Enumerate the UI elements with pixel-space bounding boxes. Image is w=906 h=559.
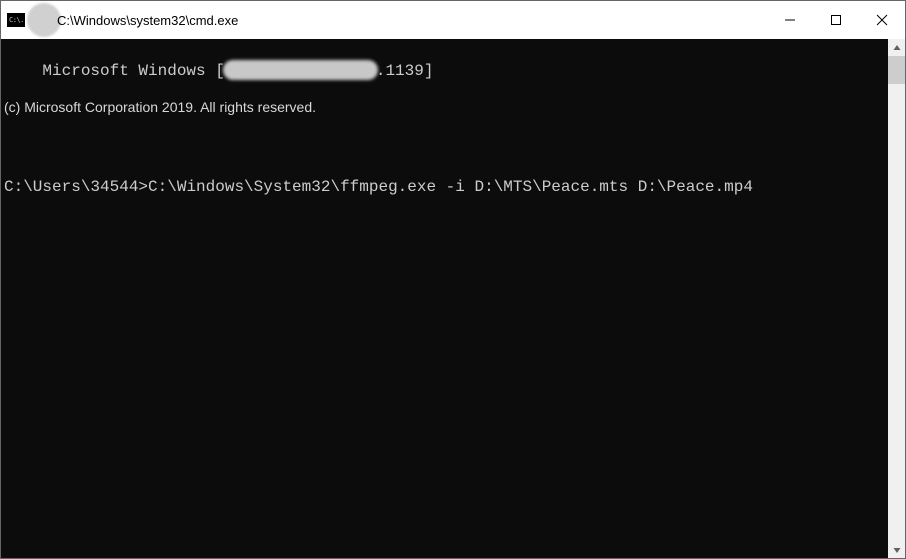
vertical-scrollbar[interactable]: [888, 39, 905, 558]
maximize-button[interactable]: [813, 1, 859, 39]
command-line: C:\Users\34544>C:\Windows\System32\ffmpe…: [4, 177, 888, 197]
prompt-text: C:\Users\34544>: [4, 178, 148, 196]
scroll-up-button[interactable]: [888, 39, 905, 56]
version-suffix: .1139]: [376, 62, 434, 80]
window-title: C:\Windows\system32\cmd.exe: [57, 13, 238, 28]
terminal-container: Microsoft Windows [ .1139] (c) Microsoft …: [1, 39, 905, 558]
cmd-app-icon-text: C:\.: [9, 17, 24, 24]
redacted-circle: [27, 3, 61, 37]
chevron-down-icon: [893, 546, 901, 554]
terminal-output[interactable]: Microsoft Windows [ .1139] (c) Microsoft …: [1, 39, 888, 558]
redacted-version: [223, 60, 378, 80]
minimize-icon: [784, 14, 796, 26]
window-controls: [767, 1, 905, 39]
cmd-app-icon: C:\.: [7, 13, 25, 27]
close-icon: [876, 14, 888, 26]
chevron-up-icon: [893, 44, 901, 52]
close-button[interactable]: [859, 1, 905, 39]
copyright-line: (c) Microsoft Corporation 2019. All righ…: [4, 99, 888, 117]
windows-version-line: Microsoft Windows [ .1139]: [42, 61, 433, 81]
minimize-button[interactable]: [767, 1, 813, 39]
scroll-down-button[interactable]: [888, 541, 905, 558]
scroll-track[interactable]: [888, 56, 905, 541]
maximize-icon: [830, 14, 842, 26]
command-text: C:\Windows\System32\ffmpeg.exe -i D:\MTS…: [148, 178, 753, 196]
scroll-thumb[interactable]: [888, 56, 905, 84]
window-titlebar[interactable]: C:\. C:\Windows\system32\cmd.exe: [1, 1, 905, 39]
version-prefix: Microsoft Windows [: [42, 62, 224, 80]
